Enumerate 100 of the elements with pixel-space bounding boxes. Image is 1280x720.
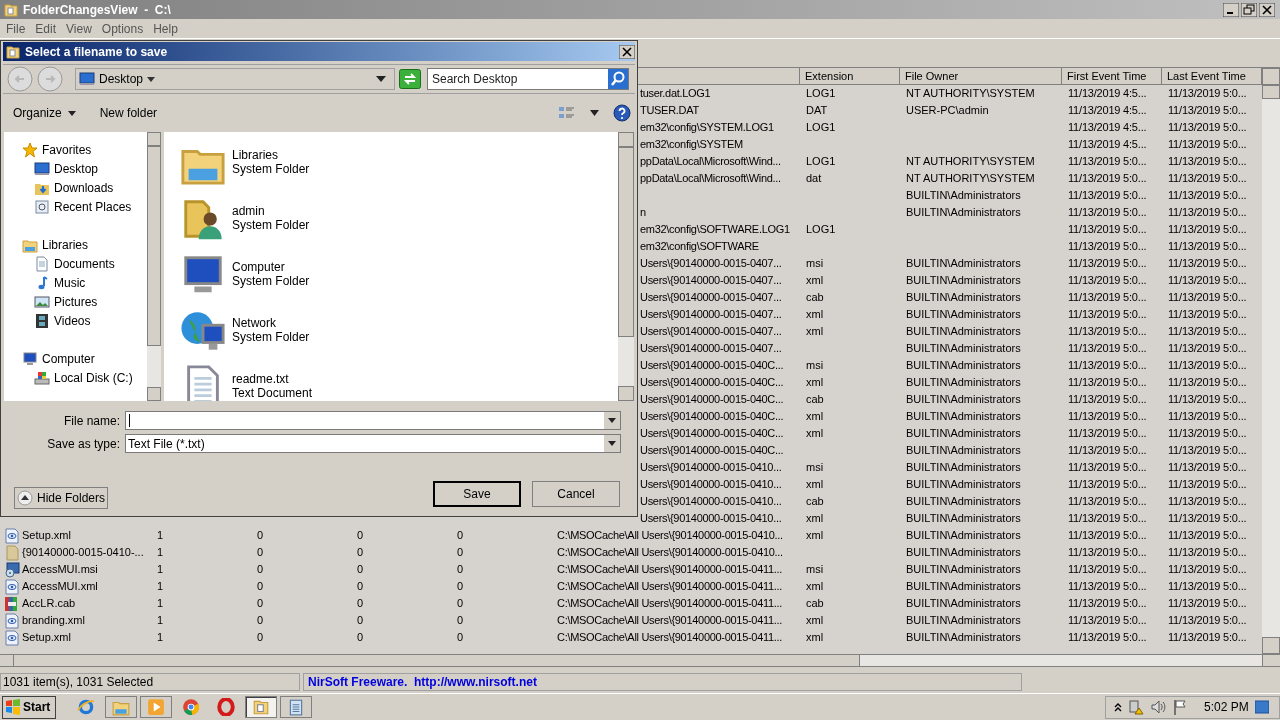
nav-item[interactable]: Pictures	[4, 292, 147, 311]
nav-item[interactable]: Libraries	[4, 235, 147, 254]
table-cell-text: BUILTIN\Administrators	[905, 426, 1022, 442]
table-cell-text: BUILTIN\Administrators	[905, 494, 1022, 510]
table-cell-text: Users\{90140000-0015-0407...	[639, 341, 783, 357]
column-header[interactable]: File Owner	[900, 68, 1062, 85]
xml-file-icon	[4, 578, 20, 595]
drive-icon	[34, 369, 50, 386]
close-button[interactable]	[1259, 2, 1275, 17]
table-cell-text: 11/13/2019 5:0...	[1067, 528, 1148, 544]
table-cell-text: BUILTIN\Administrators	[905, 290, 1022, 306]
table-cell-text: 11/13/2019 5:0...	[1167, 188, 1248, 204]
caret-icon[interactable]	[147, 76, 156, 82]
nav-item[interactable]: Local Disk (C:)	[4, 368, 147, 387]
table-cell-text: 11/13/2019 5:0...	[1067, 630, 1148, 646]
field-label: Save as type:	[46, 435, 121, 453]
table-cell-text: xml	[805, 307, 825, 323]
organize-button[interactable]: Organize	[7, 102, 82, 124]
table-cell-text: 11/13/2019 5:0...	[1067, 307, 1148, 323]
menu-item[interactable]: Help	[148, 19, 183, 38]
nav-item[interactable]: Music	[4, 273, 147, 292]
nav-item[interactable]: Recent Places	[4, 197, 147, 216]
restore-button[interactable]	[1241, 2, 1257, 17]
table-cell-text: em32\config\SYSTEM	[639, 137, 744, 153]
table-cell-text: 0	[456, 630, 465, 646]
minimize-button[interactable]	[1223, 2, 1239, 17]
menu-item[interactable]: View	[61, 19, 97, 38]
caret-icon[interactable]	[590, 110, 599, 116]
file-name: AccessMUI.msi	[22, 562, 98, 578]
nav-item[interactable]: Documents	[4, 254, 147, 273]
status-text: 1031 item(s), 1031 Selected	[0, 673, 300, 691]
menu-item[interactable]: Options	[96, 19, 149, 38]
flag-icon[interactable]	[1172, 699, 1188, 715]
speaker-icon[interactable]	[1150, 699, 1166, 715]
nav-item[interactable]: Videos	[4, 311, 147, 330]
nav-item[interactable]: Favorites	[4, 140, 147, 159]
breadcrumb-item[interactable]: Desktop	[99, 70, 144, 88]
dialog-button[interactable]: Save	[433, 481, 521, 507]
table-cell-text: BUILTIN\Administrators	[905, 545, 1022, 561]
table-cell-text: 11/13/2019 5:0...	[1167, 290, 1248, 306]
help-button[interactable]	[613, 104, 631, 122]
file-name: branding.xml	[22, 613, 85, 629]
table-cell-text: BUILTIN\Administrators	[905, 477, 1022, 493]
column-header[interactable]: Last Event Time	[1162, 68, 1262, 85]
clock[interactable]: 5:02 PM	[1204, 698, 1249, 716]
close-button[interactable]	[619, 44, 635, 59]
desktop-entry[interactable]: Libraries System Folder	[180, 140, 618, 196]
scrollbar[interactable]	[1262, 68, 1280, 654]
network-warning-icon[interactable]	[1128, 699, 1144, 715]
dialog-button[interactable]: Cancel	[532, 481, 620, 507]
table-cell-text: xml	[805, 426, 825, 442]
dropdown-value: Text File (*.txt)	[127, 435, 206, 453]
status-link[interactable]: NirSoft Freeware. http://www.nirsoft.net	[303, 673, 1022, 691]
taskbar-button[interactable]	[245, 696, 277, 718]
column-header[interactable]: Extension	[800, 68, 900, 85]
chevron-up-icon[interactable]	[1114, 702, 1122, 712]
nav-item[interactable]: Downloads	[4, 178, 147, 197]
table-cell-text: xml	[805, 409, 825, 425]
table-cell-text: 11/13/2019 5:0...	[1167, 171, 1248, 187]
start-button[interactable]: Start	[2, 695, 56, 719]
new-folder-button[interactable]: New folder	[95, 102, 162, 124]
scrollbar[interactable]	[618, 132, 634, 401]
file-type-dropdown[interactable]: Text File (*.txt)	[125, 434, 621, 453]
dropdown-caret-icon[interactable]	[376, 76, 386, 82]
table-cell-text: 11/13/2019 5:0...	[1167, 511, 1248, 527]
menu-item[interactable]: Edit	[30, 19, 62, 38]
table-cell-text: 0	[456, 579, 465, 595]
menu-item[interactable]: File	[1, 19, 31, 38]
table-cell-text: Users\{90140000-0015-040C...	[639, 375, 785, 391]
table-cell-text: BUILTIN\Administrators	[905, 511, 1022, 527]
table-cell-text: xml	[805, 511, 825, 527]
desktop-entry[interactable]: Computer System Folder	[180, 252, 618, 308]
address-bar[interactable]: Desktop	[75, 68, 395, 90]
table-cell-text: 11/13/2019 5:0...	[1067, 511, 1148, 527]
scrollbar[interactable]	[147, 132, 161, 401]
table-cell-text: 11/13/2019 5:0...	[1067, 375, 1148, 391]
nav-item[interactable]: Computer	[4, 349, 147, 368]
search-field[interactable]: Search Desktop	[427, 68, 629, 90]
table-cell-text: 1	[156, 613, 165, 629]
desktop-entry[interactable]: Network System Folder	[180, 308, 618, 364]
desktop-entry[interactable]: readme.txt Text Document	[180, 364, 618, 401]
table-cell-text: DAT	[805, 103, 829, 119]
document-clock-icon	[34, 198, 50, 215]
column-header[interactable]: First Event Time	[1062, 68, 1162, 85]
table-cell-text: 0	[256, 613, 265, 629]
hide-folders-button[interactable]: Hide Folders	[14, 487, 109, 509]
nav-item[interactable]: Desktop	[4, 159, 147, 178]
search-button[interactable]	[608, 69, 628, 89]
table-cell-text: 11/13/2019 5:0...	[1067, 596, 1148, 612]
refresh-button[interactable]	[399, 69, 421, 89]
show-desktop-button[interactable]	[1254, 700, 1269, 714]
table-cell-text: BUILTIN\Administrators	[905, 375, 1022, 391]
table-cell-text: 11/13/2019 5:0...	[1167, 205, 1248, 221]
table-cell-text: Users\{90140000-0015-040C...	[639, 392, 785, 408]
desktop-entry[interactable]: admin System Folder	[180, 196, 618, 252]
file-name-field[interactable]	[125, 411, 621, 430]
table-cell-text: 0	[256, 545, 265, 561]
film-icon	[34, 312, 50, 329]
scrollbar[interactable]	[0, 654, 1280, 667]
table-cell-text: 11/13/2019 5:0...	[1167, 358, 1248, 374]
